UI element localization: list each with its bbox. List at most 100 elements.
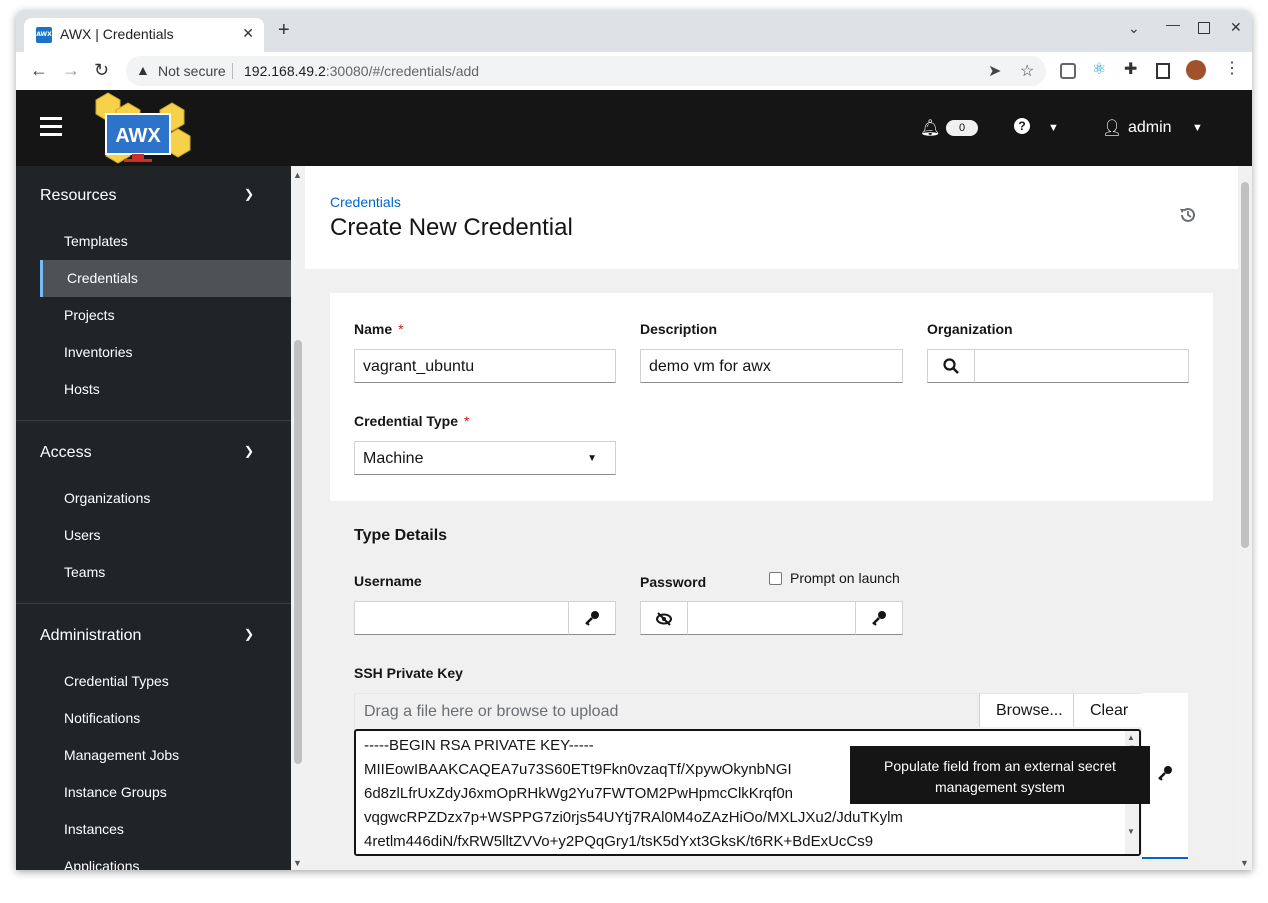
- address-bar[interactable]: ▲ Not secure 192.168.49.2:30080/#/creden…: [126, 56, 1046, 86]
- react-devtools-icon[interactable]: ⚛: [1092, 59, 1110, 78]
- prompt-on-launch-checkbox[interactable]: [769, 572, 782, 585]
- sidebar-item-credential-types[interactable]: Credential Types: [40, 663, 291, 700]
- back-icon[interactable]: ←: [30, 60, 48, 80]
- scroll-down-icon[interactable]: ▼: [1240, 858, 1249, 868]
- minimize-icon[interactable]: —: [1166, 16, 1180, 32]
- sidebar-scrollbar[interactable]: ▲ ▼: [291, 166, 305, 870]
- extension-chat-icon[interactable]: [1060, 63, 1076, 79]
- key-icon: [872, 611, 886, 626]
- description-input[interactable]: demo vm for awx: [640, 349, 903, 383]
- forward-icon[interactable]: →: [62, 60, 80, 80]
- password-label: Password: [640, 574, 707, 590]
- main-scrollbar[interactable]: ▼: [1238, 166, 1252, 870]
- sidebar-item-projects[interactable]: Projects: [40, 297, 291, 334]
- chrome-menu-icon[interactable]: ⋮: [1224, 58, 1242, 77]
- sidebar-divider: [16, 420, 291, 421]
- main-content: Credentials Create New Credential Name * …: [305, 166, 1238, 870]
- url-host: 192.168.49.2: [244, 63, 326, 79]
- clear-button[interactable]: Clear: [1073, 694, 1144, 727]
- url-path: :30080/#/credentials/add: [325, 63, 480, 79]
- browse-button[interactable]: Browse...: [979, 694, 1074, 727]
- organization-label: Organization: [927, 321, 1013, 337]
- name-input[interactable]: vagrant_ubuntu: [354, 349, 616, 383]
- send-icon[interactable]: ➤: [988, 61, 1001, 81]
- close-window-icon[interactable]: ✕: [1230, 19, 1242, 36]
- tooltip: Populate field from an external secret m…: [850, 746, 1150, 804]
- sidebar-scroll-thumb[interactable]: [294, 340, 302, 764]
- upload-placeholder: Drag a file here or browse to upload: [364, 703, 619, 720]
- credential-type-select[interactable]: Machine ▼: [354, 441, 616, 475]
- password-lookup-button[interactable]: [855, 601, 903, 635]
- type-details-title: Type Details: [354, 527, 448, 544]
- sidebar-item-users[interactable]: Users: [40, 517, 291, 554]
- app-header: AWX 🔔︎ 0 ? ▼ 👤︎ admin ▼: [16, 90, 1252, 166]
- not-secure-label[interactable]: Not secure: [158, 63, 226, 79]
- credential-type-label: Credential Type *: [354, 413, 470, 429]
- sidebar-item-inventories[interactable]: Inventories: [40, 334, 291, 371]
- scroll-down-icon[interactable]: ▼: [293, 858, 302, 868]
- sidebar-nav: Resources ❯ Templates Credentials Projec…: [16, 166, 291, 870]
- password-visibility-toggle[interactable]: [640, 601, 688, 635]
- username-label: Username: [354, 573, 422, 589]
- sidebar-item-management-jobs[interactable]: Management Jobs: [40, 737, 291, 774]
- extensions-puzzle-icon[interactable]: ✚: [1124, 59, 1142, 78]
- sidebar-item-hosts[interactable]: Hosts: [40, 371, 291, 408]
- username-lookup-button[interactable]: [568, 601, 616, 635]
- select-caret-icon: ▼: [587, 453, 597, 464]
- sidebar-section-resources[interactable]: Resources: [40, 187, 116, 205]
- username-input[interactable]: [354, 601, 569, 635]
- url-text[interactable]: 192.168.49.2:30080/#/credentials/add: [244, 63, 479, 79]
- sidebar-item-organizations[interactable]: Organizations: [40, 480, 291, 517]
- key-icon: [1158, 766, 1172, 781]
- help-icon[interactable]: ?: [1014, 118, 1030, 134]
- sidebar-section-administration[interactable]: Administration: [40, 627, 141, 645]
- browser-window: AWX AWX | Credentials ✕ + ⌄ — ✕ ← → ↻ ▲ …: [16, 10, 1252, 870]
- sidebar-item-notifications[interactable]: Notifications: [40, 700, 291, 737]
- new-tab-icon[interactable]: +: [278, 20, 290, 40]
- browser-tab[interactable]: AWX AWX | Credentials ✕: [24, 18, 264, 52]
- maximize-icon[interactable]: [1198, 22, 1210, 34]
- hamburger-menu-icon[interactable]: [40, 117, 62, 137]
- sidebar-item-credentials[interactable]: Credentials: [40, 260, 291, 297]
- chevron-down-icon[interactable]: ❯: [244, 444, 254, 458]
- notification-badge[interactable]: 0: [946, 120, 978, 136]
- sidebar-item-applications[interactable]: Applications: [40, 848, 291, 870]
- reload-icon[interactable]: ↻: [94, 60, 109, 80]
- prompt-on-launch-label[interactable]: Prompt on launch: [790, 570, 900, 586]
- side-panel-icon[interactable]: [1156, 63, 1170, 79]
- tab-search-chevron-icon[interactable]: ⌄: [1128, 20, 1140, 37]
- chevron-down-icon[interactable]: ❯: [244, 627, 254, 641]
- sidebar-section-access[interactable]: Access: [40, 444, 92, 462]
- description-label: Description: [640, 321, 718, 337]
- scroll-up-icon[interactable]: ▲: [1127, 733, 1135, 742]
- password-input[interactable]: [687, 601, 856, 635]
- user-caret-icon[interactable]: ▼: [1192, 122, 1203, 134]
- sidebar-item-instances[interactable]: Instances: [40, 811, 291, 848]
- awx-logo[interactable]: AWX: [86, 92, 196, 164]
- user-menu[interactable]: admin: [1128, 119, 1172, 137]
- chevron-down-icon[interactable]: ❯: [244, 187, 254, 201]
- scroll-down-icon[interactable]: ▼: [1127, 827, 1135, 836]
- tab-strip: AWX AWX | Credentials ✕ + ⌄ — ✕: [16, 10, 1252, 52]
- scroll-up-icon[interactable]: ▲: [293, 170, 302, 180]
- organization-input[interactable]: [974, 349, 1189, 383]
- file-upload-zone[interactable]: Drag a file here or browse to upload Bro…: [354, 693, 1144, 730]
- warning-icon[interactable]: ▲: [136, 62, 150, 78]
- ssh-key-line: -----BEGIN RSA PRIVATE KEY-----: [364, 737, 594, 754]
- credential-form: Name * vagrant_ubuntu Description demo vm…: [330, 293, 1213, 870]
- page-header: Credentials Create New Credential: [305, 166, 1238, 269]
- main-scroll-thumb[interactable]: [1241, 182, 1249, 548]
- help-caret-icon[interactable]: ▼: [1048, 122, 1059, 134]
- bell-icon[interactable]: 🔔︎: [920, 118, 940, 138]
- bookmark-star-icon[interactable]: ☆: [1020, 61, 1034, 81]
- breadcrumb[interactable]: Credentials: [330, 194, 401, 210]
- key-icon: [585, 611, 599, 626]
- history-icon[interactable]: [1179, 206, 1197, 224]
- sidebar-item-templates[interactable]: Templates: [40, 223, 291, 260]
- tab-close-icon[interactable]: ✕: [242, 25, 254, 42]
- sidebar-item-teams[interactable]: Teams: [40, 554, 291, 591]
- user-icon[interactable]: 👤︎: [1102, 118, 1122, 138]
- sidebar-item-instance-groups[interactable]: Instance Groups: [40, 774, 291, 811]
- organization-search-button[interactable]: [927, 349, 975, 383]
- profile-avatar[interactable]: [1186, 60, 1206, 80]
